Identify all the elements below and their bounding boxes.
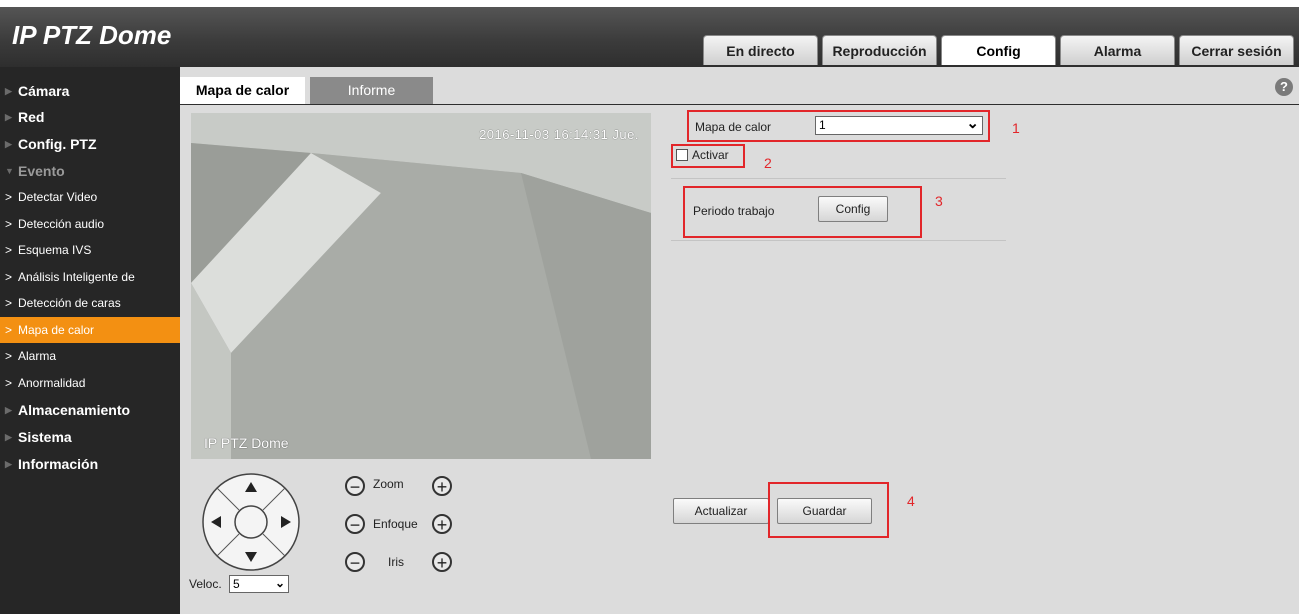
annotation-number-1: 1 xyxy=(1012,120,1020,136)
video-frame xyxy=(191,113,651,459)
sidebar-item-label: Cámara xyxy=(18,83,70,99)
zoom-label: Zoom xyxy=(373,477,404,491)
focus-in-button[interactable]: + xyxy=(432,514,452,534)
collapsed-arrow-icon: ▶ xyxy=(5,139,12,149)
sidebar-subitem-mapa-de-calor[interactable]: > Mapa de calor xyxy=(0,317,180,343)
nav-tab-logout[interactable]: Cerrar sesión xyxy=(1179,35,1294,65)
form-divider xyxy=(671,178,1006,179)
chevron-right-icon: > xyxy=(5,270,13,284)
tab-mapa-de-calor[interactable]: Mapa de calor xyxy=(180,77,305,104)
iris-close-button[interactable]: − xyxy=(345,552,365,572)
zoom-out-button[interactable]: − xyxy=(345,476,365,496)
chevron-down-icon: ⌄ xyxy=(274,576,285,590)
nav-tab-live[interactable]: En directo xyxy=(703,35,818,65)
sidebar-item-label: Config. PTZ xyxy=(18,136,97,152)
chevron-right-icon: > xyxy=(5,190,13,204)
sidebar-subitem-detectar-video[interactable]: > Detectar Video xyxy=(0,184,180,210)
sidebar-subitem-label: Detección de caras xyxy=(18,296,121,310)
sidebar-subitem-label: Mapa de calor xyxy=(18,323,95,337)
sidebar-subitem-label: Análisis Inteligente de xyxy=(18,270,135,284)
expanded-arrow-icon: ▼ xyxy=(5,166,14,176)
sidebar-subitem-label: Alarma xyxy=(18,349,57,363)
speed-label: Veloc. xyxy=(189,577,222,591)
collapsed-arrow-icon: ▶ xyxy=(5,432,12,442)
annotation-box-3 xyxy=(683,186,922,238)
annotation-box-1 xyxy=(687,110,990,142)
sidebar-subitem-label: Esquema IVS xyxy=(18,243,92,257)
nav-tab-playback[interactable]: Reproducción xyxy=(822,35,937,65)
zoom-in-button[interactable]: + xyxy=(432,476,452,496)
sidebar-item-label: Información xyxy=(18,456,99,472)
nav-tab-alarm[interactable]: Alarma xyxy=(1060,35,1175,65)
collapsed-arrow-icon: ▶ xyxy=(5,112,12,122)
help-icon[interactable]: ? xyxy=(1275,78,1293,96)
sidebar: ▶ Cámara ▶ Red ▶ Config. PTZ ▼ Evento > Detec… xyxy=(0,67,180,614)
focus-label: Enfoque xyxy=(373,517,418,531)
sidebar-subitem-deteccion-caras[interactable]: > Detección de caras xyxy=(0,290,180,316)
speed-select[interactable]: 5 ⌄ xyxy=(229,575,289,593)
sidebar-subitem-esquema-ivs[interactable]: > Esquema IVS xyxy=(0,237,180,263)
refresh-button[interactable]: Actualizar xyxy=(673,498,769,524)
chevron-right-icon: > xyxy=(5,243,13,257)
iris-open-button[interactable]: + xyxy=(432,552,452,572)
sidebar-item-red[interactable]: ▶ Red xyxy=(0,104,180,130)
app-title: IP PTZ Dome xyxy=(12,20,172,50)
chevron-right-icon: > xyxy=(5,376,13,390)
chevron-right-icon: > xyxy=(5,217,13,231)
chevron-right-icon: > xyxy=(5,349,13,363)
nav-tab-config[interactable]: Config xyxy=(941,35,1056,65)
sidebar-subitem-anormalidad[interactable]: > Anormalidad xyxy=(0,370,180,396)
video-timestamp: 2016-11-03 16:14:31 Jue. xyxy=(479,127,639,142)
focus-out-button[interactable]: − xyxy=(345,514,365,534)
annotation-number-2: 2 xyxy=(764,155,772,171)
collapsed-arrow-icon: ▶ xyxy=(5,405,12,415)
tab-informe[interactable]: Informe xyxy=(310,77,433,104)
iris-label: Iris xyxy=(388,555,404,569)
sidebar-item-informacion[interactable]: ▶ Información xyxy=(0,451,180,477)
sidebar-item-config-ptz[interactable]: ▶ Config. PTZ xyxy=(0,131,180,157)
direction-pad-icon xyxy=(202,473,300,571)
ptz-direction-pad[interactable] xyxy=(201,472,301,572)
annotation-number-3: 3 xyxy=(935,193,943,209)
sidebar-item-label: Sistema xyxy=(18,429,72,445)
sidebar-item-label: Almacenamiento xyxy=(18,402,131,418)
sidebar-subitem-analisis-inteligente[interactable]: > Análisis Inteligente de xyxy=(0,264,180,290)
sidebar-subitem-deteccion-audio[interactable]: > Detección audio xyxy=(0,211,180,237)
tab-divider xyxy=(180,104,1299,105)
sidebar-item-almacenamiento[interactable]: ▶ Almacenamiento xyxy=(0,397,180,423)
sidebar-item-camara[interactable]: ▶ Cámara xyxy=(0,78,180,104)
content-panel: Mapa de calor Informe ? 2016-11-03 16:14… xyxy=(180,67,1299,614)
annotation-box-2 xyxy=(671,144,745,168)
sidebar-subitem-label: Detectar Video xyxy=(18,190,98,204)
live-video[interactable]: 2016-11-03 16:14:31 Jue. IP PTZ Dome xyxy=(191,113,651,459)
sidebar-subitem-label: Anormalidad xyxy=(18,376,86,390)
chevron-right-icon: > xyxy=(5,323,13,337)
sidebar-item-sistema[interactable]: ▶ Sistema xyxy=(0,424,180,450)
sidebar-item-evento[interactable]: ▼ Evento xyxy=(0,158,180,184)
chevron-right-icon: > xyxy=(5,296,13,310)
form-divider xyxy=(671,240,1006,241)
main-nav: En directo Reproducción Config Alarma Ce… xyxy=(703,35,1298,67)
header-bar: IP PTZ Dome En directo Reproducción Conf… xyxy=(0,0,1299,67)
sidebar-item-label: Evento xyxy=(18,163,65,179)
sidebar-subitem-label: Detección audio xyxy=(18,217,105,231)
sidebar-item-label: Red xyxy=(18,109,45,125)
annotation-box-4 xyxy=(768,482,889,538)
video-camera-name: IP PTZ Dome xyxy=(204,435,289,451)
top-band xyxy=(0,0,1299,7)
speed-select-value: 5 xyxy=(233,577,240,591)
annotation-number-4: 4 xyxy=(907,493,915,509)
collapsed-arrow-icon: ▶ xyxy=(5,459,12,469)
sidebar-subitem-alarma[interactable]: > Alarma xyxy=(0,343,180,369)
collapsed-arrow-icon: ▶ xyxy=(5,86,12,96)
